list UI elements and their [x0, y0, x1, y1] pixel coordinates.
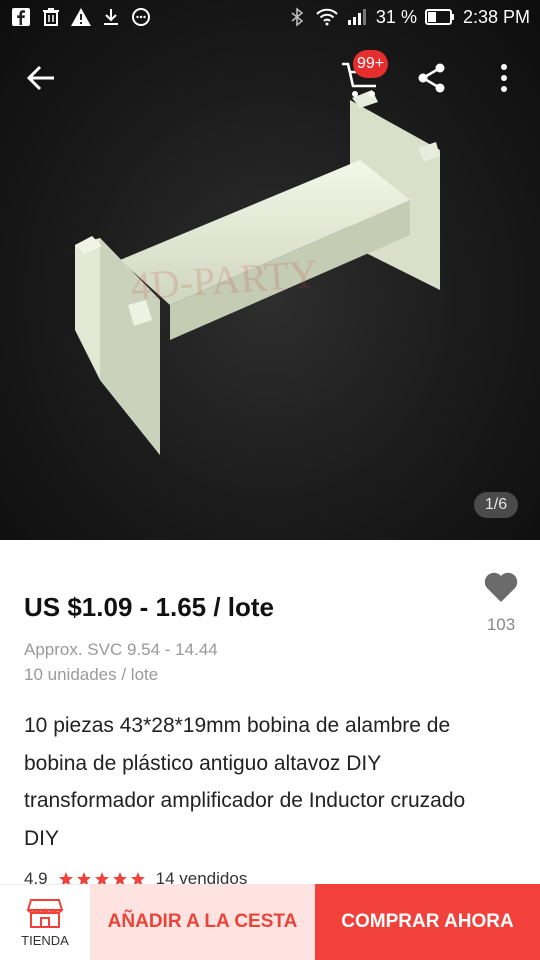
- wifi-icon: [316, 6, 338, 28]
- approx-price: Approx. SVC 9.54 - 14.44: [24, 640, 218, 659]
- status-bar: 31 % 2:38 PM: [0, 0, 540, 36]
- gallery-indicator: 1/6: [474, 492, 518, 518]
- bluetooth-icon: [286, 6, 308, 28]
- chat-icon: [130, 6, 152, 28]
- battery-percent: 31 %: [375, 6, 417, 27]
- product-detail-screen: 4D-PARTY 31 % 2:38 PM 99+ 1/6 US $1.09 -…: [0, 0, 540, 960]
- cart-count-badge: 99+: [353, 50, 389, 78]
- back-button[interactable]: [22, 60, 62, 96]
- store-label: TIENDA: [21, 933, 69, 948]
- more-vert-icon: [501, 64, 507, 92]
- battery-icon: [424, 6, 455, 28]
- wishlist-count: 103: [486, 615, 516, 634]
- product-image-gallery[interactable]: 4D-PARTY 31 % 2:38 PM 99+ 1/6: [0, 0, 540, 540]
- bottom-action-bar: TIENDA AÑADIR A LA CESTA COMPRAR AHORA: [0, 884, 540, 960]
- app-bar: [0, 48, 540, 108]
- add-to-cart-button[interactable]: AÑADIR A LA CESTA: [90, 884, 315, 960]
- buy-now-button[interactable]: COMPRAR AHORA: [315, 884, 540, 960]
- share-button[interactable]: [416, 62, 448, 94]
- clock: 2:38 PM: [462, 6, 530, 27]
- wishlist-button[interactable]: [483, 570, 519, 604]
- product-title: 10 piezas 43*28*19mm bobina de alambre d…: [24, 714, 466, 850]
- lot-size: 10 unidades / lote: [24, 665, 159, 684]
- share-icon: [418, 63, 445, 93]
- download-icon: [100, 6, 122, 28]
- facebook-icon: [10, 6, 32, 28]
- warning-icon: [70, 6, 92, 28]
- store-button[interactable]: TIENDA: [0, 884, 90, 960]
- arrow-back-icon: [26, 65, 54, 91]
- heart-icon: [484, 572, 518, 602]
- signal-icon: [346, 6, 368, 28]
- price-range: US $1.09 - 1.65 / lote: [24, 592, 275, 622]
- more-options-button[interactable]: [492, 62, 516, 94]
- store-icon: [27, 899, 63, 928]
- delete-icon: [40, 6, 62, 28]
